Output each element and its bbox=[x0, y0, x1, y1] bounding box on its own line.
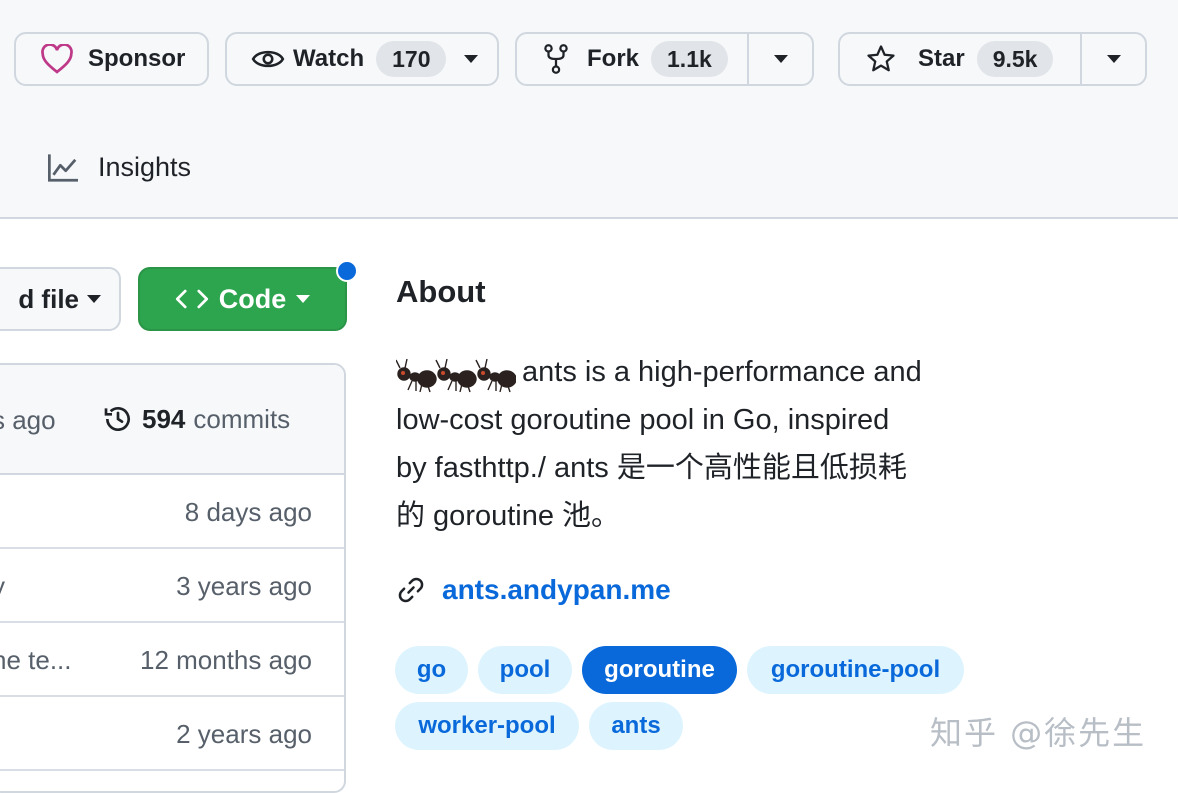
history-icon bbox=[102, 403, 134, 435]
fork-dropdown-caret-icon bbox=[773, 55, 788, 63]
watch-dropdown-caret-icon[interactable] bbox=[464, 55, 479, 63]
code-label: Code bbox=[218, 283, 287, 314]
table-row: y 3 years ago bbox=[0, 549, 344, 623]
about-heading: About bbox=[396, 274, 486, 309]
sponsor-button[interactable]: Sponsor bbox=[14, 32, 209, 86]
table-row: 8 days ago bbox=[0, 475, 344, 549]
topic-pool[interactable]: pool bbox=[478, 646, 572, 694]
add-file-label: d file bbox=[18, 283, 79, 314]
about-description-line-4: 的 goroutine 池。 bbox=[396, 500, 621, 532]
commits-link[interactable]: 594 commits bbox=[102, 403, 290, 435]
commit-count: 594 bbox=[142, 403, 186, 434]
commit-time: 2 years ago bbox=[176, 719, 312, 749]
topic-go[interactable]: go bbox=[395, 646, 468, 694]
fork-button-group: Fork 1.1k bbox=[515, 32, 814, 86]
topic-goroutine-pool[interactable]: goroutine-pool bbox=[747, 646, 964, 694]
star-count: 9.5k bbox=[976, 41, 1054, 77]
star-dropdown-caret-icon bbox=[1106, 55, 1121, 63]
star-button-group: Star 9.5k bbox=[838, 32, 1147, 86]
watermark: 知乎 @徐先生 bbox=[930, 714, 1147, 752]
fork-dropdown-button[interactable] bbox=[749, 34, 812, 84]
last-commit-time[interactable]: s ago bbox=[0, 405, 56, 436]
commit-time: 3 years ago bbox=[176, 571, 312, 601]
fork-count: 1.1k bbox=[651, 41, 728, 77]
commit-message[interactable]: y bbox=[0, 571, 5, 602]
star-button[interactable]: Star 9.5k bbox=[840, 34, 1080, 84]
heart-icon bbox=[40, 44, 74, 74]
insights-label: Insights bbox=[98, 152, 192, 182]
commit-message[interactable]: ne te... bbox=[0, 645, 72, 676]
fork-label: Fork bbox=[587, 45, 640, 72]
watch-count: 170 bbox=[376, 41, 447, 77]
topic-goroutine[interactable]: goroutine bbox=[582, 646, 737, 694]
topic-worker-pool[interactable]: worker-pool bbox=[395, 702, 579, 750]
file-list-header: s ago 594 commits bbox=[0, 365, 344, 475]
code-caret-icon bbox=[296, 295, 311, 303]
website-url: ants.andypan.me bbox=[442, 574, 671, 605]
watch-label: Watch bbox=[293, 45, 365, 72]
code-icon bbox=[175, 287, 209, 311]
about-description-line-3: by fasthttp./ ants 是一个高性能且低损耗 bbox=[396, 452, 907, 484]
sponsor-label: Sponsor bbox=[88, 45, 186, 72]
star-icon bbox=[866, 44, 896, 74]
eye-icon bbox=[251, 46, 285, 72]
code-button[interactable]: Code bbox=[138, 267, 347, 331]
notification-dot bbox=[336, 260, 358, 282]
add-file-button[interactable]: d file bbox=[0, 267, 121, 331]
commit-time: 12 months ago bbox=[139, 645, 312, 675]
fork-button[interactable]: Fork 1.1k bbox=[517, 34, 747, 84]
star-dropdown-button[interactable] bbox=[1082, 34, 1145, 84]
add-file-caret-icon bbox=[87, 295, 101, 303]
about-description-line-1: ants is a high-performance and bbox=[522, 356, 922, 388]
commits-label: commits bbox=[193, 403, 291, 434]
fork-icon bbox=[543, 44, 569, 74]
graph-icon bbox=[46, 153, 80, 183]
about-description-line-2: low-cost goroutine pool in Go, inspired bbox=[396, 404, 890, 436]
about-description: ants is a high-performance and low-cost … bbox=[396, 348, 996, 540]
file-list: s ago 594 commits 8 days ago y 3 years a… bbox=[0, 363, 346, 793]
table-row: ne te... 12 months ago bbox=[0, 623, 344, 697]
tab-insights[interactable]: Insights bbox=[46, 152, 191, 183]
website-link[interactable]: ants.andypan.me bbox=[396, 574, 671, 606]
star-label: Star bbox=[918, 45, 965, 72]
topic-ants[interactable]: ants bbox=[589, 702, 683, 750]
table-row: 2 years ago bbox=[0, 697, 344, 771]
watch-button[interactable]: Watch 170 bbox=[225, 32, 499, 86]
ant-emoji-icon bbox=[396, 353, 516, 393]
link-icon bbox=[396, 575, 426, 605]
commit-time: 8 days ago bbox=[184, 497, 312, 527]
